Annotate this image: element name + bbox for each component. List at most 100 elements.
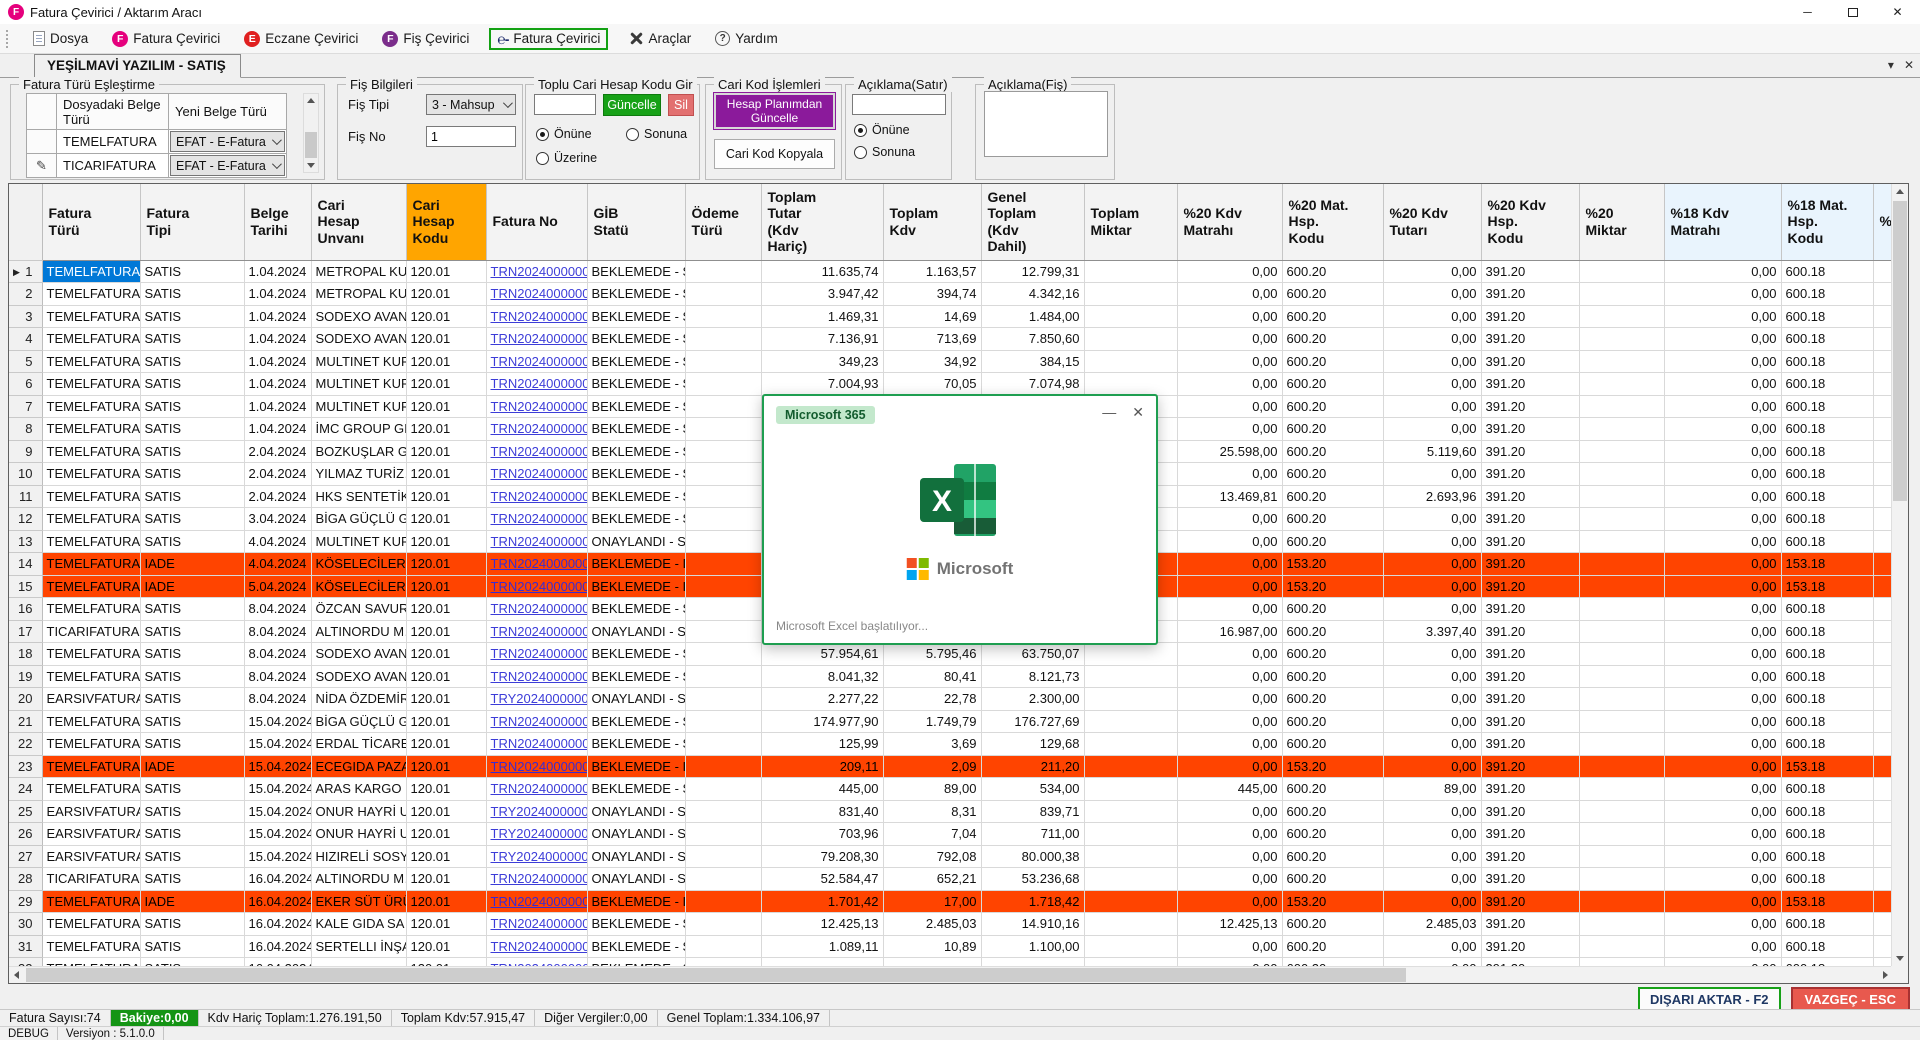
cell-tip[interactable]: SATIS [140,957,245,966]
cell-kod[interactable]: 120.01 [406,552,487,576]
cell-m20[interactable]: 0,00 [1177,890,1283,913]
cell-unvan[interactable]: SODEXO AVAN… [311,665,407,688]
cell-m18[interactable]: 0,00 [1664,372,1782,396]
cell-tutar[interactable]: 209,11 [761,755,884,778]
scroll-up-icon[interactable] [1896,189,1904,194]
cell-gib[interactable]: BEKLEMEDE - SA… [587,642,686,666]
cell-fno[interactable]: TRN2024000000… [486,417,588,441]
cell-mik20[interactable] [1579,327,1665,351]
cell-t20[interactable]: 0,00 [1383,755,1482,778]
cell-gib[interactable]: BEKLEMEDE - SA… [587,935,686,958]
cell-type[interactable]: TEMELFATURA [42,912,141,936]
cell-odeme[interactable] [685,755,762,778]
cell-unvan[interactable]: ERDAL TİCARE… [311,732,407,756]
cell-unvan[interactable]: ECEGIDA PAZA… [311,755,407,778]
invoice-link[interactable]: TRN2024000000… [491,376,587,391]
cell-miktar[interactable] [1084,890,1178,913]
grid-vertical-scrollbar[interactable] [1891,184,1908,966]
row-header[interactable]: 14 [9,552,43,576]
cell-m20[interactable]: 445,00 [1177,777,1283,801]
cell-date[interactable]: 1.04.2024 [244,305,312,328]
cell-t20[interactable]: 3.397,40 [1383,620,1482,643]
cell-fno[interactable]: TRN2024000000… [486,935,588,958]
column-header-miktar[interactable]: Toplam Miktar [1084,184,1178,261]
row-header[interactable]: 17 [9,620,43,643]
cell-unvan[interactable]: MULTINET KUR… [311,530,407,553]
cell-m18[interactable]: 0,00 [1664,642,1782,666]
cell-odeme[interactable] [685,462,762,486]
cell-mik20[interactable] [1579,620,1665,643]
cell-type[interactable]: TEMELFATURA [42,935,141,958]
cell-miktar[interactable] [1084,665,1178,688]
cell-mik20[interactable] [1579,440,1665,463]
invoice-link[interactable]: TRN2024000000… [491,871,587,886]
invoice-link[interactable]: TRY2024000000… [491,804,587,819]
cell-m18k[interactable]: 600.18 [1781,710,1874,733]
cell-x[interactable] [1873,777,1891,801]
cell-date[interactable]: 16.04.2024 [244,957,312,966]
menu-fis-cevirici[interactable]: F Fiş Çevirici [378,29,473,49]
cell-type[interactable]: TEMELFATURA [42,665,141,688]
cell-m20k[interactable]: 600.20 [1282,822,1384,846]
cell-m18[interactable]: 0,00 [1664,777,1782,801]
cell-m18k[interactable]: 600.18 [1781,530,1874,553]
cell-gib[interactable]: BEKLEMEDE - SA… [587,485,686,508]
cell-fno[interactable]: TRN2024000000… [486,957,588,966]
cell-tutar[interactable] [761,957,884,966]
cell-tutar[interactable]: 7.004,93 [761,372,884,396]
cell-t20[interactable]: 0,00 [1383,305,1482,328]
cell-miktar[interactable] [1084,732,1178,756]
cell-kod[interactable]: 120.01 [406,867,487,891]
cell-type[interactable]: TEMELFATURA [42,777,141,801]
cell-x[interactable] [1873,732,1891,756]
cell-m18k[interactable]: 600.18 [1781,372,1874,396]
cell-m20k[interactable]: 600.20 [1282,845,1384,868]
cell-miktar[interactable] [1084,800,1178,823]
cell-tip[interactable]: IADE [140,575,245,598]
menu-araclar[interactable]: Araçlar [624,29,695,48]
invoice-link[interactable]: TRN2024000000… [491,331,587,346]
column-header-tip[interactable]: Fatura Tipi [140,184,245,261]
cell-type[interactable]: TEMELFATURA [42,597,141,621]
cell-date[interactable]: 2.04.2024 [244,462,312,486]
cell-h20[interactable]: 391.20 [1481,350,1580,373]
cell-kod[interactable]: 120.01 [406,912,487,936]
cell-h20[interactable]: 391.20 [1481,912,1580,936]
cell-h20[interactable]: 391.20 [1481,665,1580,688]
cell-fno[interactable]: TRN2024000000… [486,305,588,328]
cell-m20[interactable]: 0,00 [1177,350,1283,373]
cell-unvan[interactable]: SERTELLI İNŞA… [311,935,407,958]
radio-onune[interactable]: Önüne [536,127,592,141]
cell-kod[interactable]: 120.01 [406,507,487,531]
cell-kdv[interactable]: 2.485,03 [883,912,982,936]
cell-m18[interactable]: 0,00 [1664,395,1782,418]
cell-unvan[interactable]: HIZIRELİ SOSY… [311,845,407,868]
dialog-close-icon[interactable]: ✕ [1132,404,1144,421]
invoice-link[interactable]: TRN2024000000… [491,601,587,616]
cell-m20k[interactable]: 600.20 [1282,395,1384,418]
cell-x[interactable] [1873,642,1891,666]
cell-m20[interactable]: 0,00 [1177,687,1283,711]
cell-t20[interactable]: 0,00 [1383,687,1482,711]
row-header[interactable]: 26 [9,822,43,846]
cell-fno[interactable]: TRN2024000000… [486,642,588,666]
cell-kod[interactable]: 120.01 [406,305,487,328]
cell-h20[interactable]: 391.20 [1481,462,1580,486]
cell-mik20[interactable] [1579,282,1665,306]
cell-gib[interactable]: BEKLEMEDE - SA… [587,665,686,688]
cell-tip[interactable]: SATIS [140,305,245,328]
cell-odeme[interactable] [685,957,762,966]
invoice-link[interactable]: TRN2024000000… [491,579,587,594]
cell-m20k[interactable]: 600.20 [1282,957,1384,966]
cell-tutar[interactable]: 349,23 [761,350,884,373]
cell-m20[interactable]: 0,00 [1177,530,1283,553]
row-header[interactable]: 27 [9,845,43,868]
radio-uzerine[interactable]: Üzerine [536,151,597,165]
cell-tip[interactable]: SATIS [140,597,245,621]
cell-fno[interactable]: TRN2024000000… [486,530,588,553]
cell-gib[interactable]: ONAYLANDI - S… [587,822,686,846]
cell-genel[interactable]: 7.850,60 [981,327,1085,351]
cell-h20[interactable]: 391.20 [1481,417,1580,441]
cell-m20k[interactable]: 600.20 [1282,530,1384,553]
cell-x[interactable] [1873,462,1891,486]
